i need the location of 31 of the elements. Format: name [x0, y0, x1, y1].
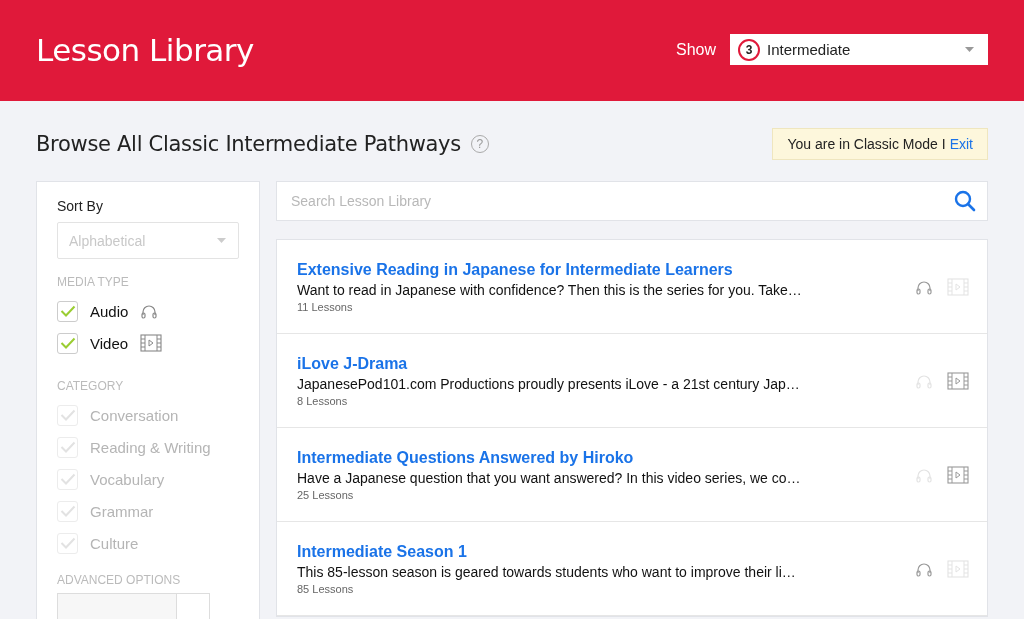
series-row[interactable]: Intermediate Questions Answered by Hiroko Have a Japanese question that you want answered? In this video series, we co… 25 Lessons	[277, 428, 987, 522]
lesson-count: 11 Lessons	[297, 300, 354, 313]
checkbox-label[interactable]: Video	[90, 334, 129, 352]
lesson-count: 8 Lessons	[297, 394, 349, 407]
series-row[interactable]: Extensive Reading in Japanese for Intermediate Learners Want to read in Japanese with confidence? Then this is the series for you. Take… 11 Lessons	[277, 240, 987, 334]
series-title-link[interactable]: Intermediate Questions Answered by Hiroko	[297, 448, 901, 467]
search-field[interactable]: Search Lesson Library	[276, 181, 988, 221]
level-dropdown[interactable]: 3 Intermediate	[730, 34, 988, 65]
section-heading: ADVANCED OPTIONS	[57, 573, 182, 587]
series-description: Have a Japanese question that you want answered? In this video series, we co…	[297, 469, 802, 486]
level-number-badge: 3	[738, 38, 760, 61]
sort-label: Sort By	[57, 198, 104, 214]
section-heading: MEDIA TYPE	[57, 275, 130, 289]
series-description: JapanesePod101.com Productions proudly presents iLove - a 21st century Jap…	[297, 375, 801, 392]
checkbox-label[interactable]: Audio	[90, 302, 129, 320]
show-label: Show	[675, 40, 716, 59]
page-title: Browse All Classic Intermediate Pathways	[36, 132, 461, 156]
mode-notice-text: You are in Classic Mode I	[787, 136, 946, 152]
section-heading: CATEGORY	[57, 379, 125, 393]
series-description: Want to read in Japanese with confidence? Then this is the series for you. Take…	[297, 281, 803, 298]
series-description: This 85-lesson season is geared towards students who want to improve their li…	[297, 563, 797, 580]
level-name: Intermediate	[767, 41, 852, 58]
page-header-title: Lesson Library	[36, 31, 254, 70]
lesson-count: 25 Lessons	[297, 488, 355, 501]
series-title-link[interactable]: Intermediate Season 1	[297, 542, 901, 561]
exit-link[interactable]: Exit	[949, 136, 973, 152]
series-row[interactable]: Intermediate Season 1 This 85-lesson season is geared towards students who want to improve their li… 85 Lessons	[277, 522, 987, 616]
series-title-link[interactable]: Extensive Reading in Japanese for Intermediate Learners	[297, 260, 901, 279]
series-title-link[interactable]: iLove J-Drama	[297, 354, 901, 373]
lesson-count: 85 Lessons	[297, 582, 355, 595]
series-row[interactable]: iLove J-Drama JapanesePod101.com Productions proudly presents iLove - a 21st century Jap… 8 Lessons	[277, 334, 987, 428]
